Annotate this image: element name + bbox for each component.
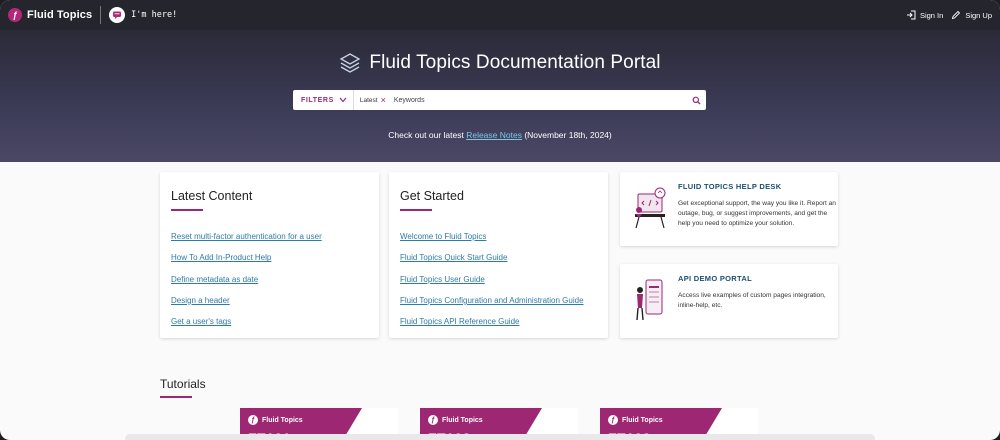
sign-up-link[interactable]: Sign Up xyxy=(951,10,992,20)
get-started-list: Welcome to Fluid Topics Fluid Topics Qui… xyxy=(400,226,584,332)
fluid-topics-logo-icon: ƒ xyxy=(608,415,618,425)
get-started-card: Get Started Welcome to Fluid Topics Flui… xyxy=(389,172,608,338)
stacked-layers-icon xyxy=(340,53,361,73)
api-demo-title: API DEMO PORTAL xyxy=(678,274,752,283)
latest-link[interactable]: Reset multi-factor authentication for a … xyxy=(171,232,322,241)
title-underline xyxy=(160,396,192,398)
latest-content-list: Reset multi-factor authentication for a … xyxy=(171,226,322,332)
get-started-link[interactable]: Fluid Topics Quick Start Guide xyxy=(400,253,507,262)
filters-label: FILTERS xyxy=(301,96,334,104)
filters-dropdown[interactable]: FILTERS xyxy=(293,90,354,110)
latest-link[interactable]: Get a user's tags xyxy=(171,317,231,326)
filter-chip-label: Latest xyxy=(359,96,378,104)
title-underline xyxy=(400,209,432,211)
api-demo-description: Access live examples of custom pages int… xyxy=(678,292,826,309)
sign-in-icon xyxy=(906,10,916,20)
pencil-icon xyxy=(952,10,961,20)
filter-chip-latest: Latest × xyxy=(359,95,386,105)
latest-link[interactable]: Define metadata as date xyxy=(171,275,258,284)
latest-content-card: Latest Content Reset multi-factor authen… xyxy=(160,172,379,338)
sign-up-label: Sign Up xyxy=(965,10,992,20)
release-notes-banner: Check out our latest Release Notes (Nove… xyxy=(0,130,1000,140)
bottom-scroll-shade xyxy=(125,434,875,440)
release-suffix: (November 18th, 2024) xyxy=(521,130,612,140)
fluid-topics-logo-icon: ƒ xyxy=(428,415,438,425)
list-item: Get a user's tags xyxy=(171,311,322,332)
tutorial-brand: Fluid Topics xyxy=(622,416,663,424)
page: ƒ Fluid Topics I'm here! Sign In Sign Up… xyxy=(0,0,1000,440)
chevron-down-icon xyxy=(339,97,347,103)
list-item: Welcome to Fluid Topics xyxy=(400,226,584,247)
api-demo-card[interactable]: API DEMO PORTAL Access live examples of … xyxy=(620,264,838,338)
fluid-topics-logo-icon: ƒ xyxy=(8,8,22,22)
remove-filter-icon[interactable]: × xyxy=(381,95,386,105)
title-underline xyxy=(171,209,203,211)
divider xyxy=(100,6,102,24)
chat-bubble-icon xyxy=(109,7,126,23)
api-demo-illustration-icon xyxy=(636,279,663,321)
list-item: Design a header xyxy=(171,290,322,311)
release-notes-link[interactable]: Release Notes xyxy=(466,130,522,140)
list-item: Fluid Topics Configuration and Administr… xyxy=(400,290,584,311)
list-item: Fluid Topics API Reference Guide xyxy=(400,311,584,332)
latest-link[interactable]: Design a header xyxy=(171,296,230,305)
search-icon xyxy=(692,96,700,104)
page-title: Fluid Topics Documentation Portal xyxy=(369,52,661,73)
search-input[interactable] xyxy=(393,92,686,108)
list-item: Reset multi-factor authentication for a … xyxy=(171,226,322,247)
sign-in-link[interactable]: Sign In xyxy=(906,10,943,20)
help-desk-title: FLUID TOPICS HELP DESK xyxy=(678,182,782,191)
search-bar: FILTERS Latest × xyxy=(293,90,706,110)
get-started-title: Get Started xyxy=(400,189,464,203)
chat-label: I'm here! xyxy=(131,10,178,20)
get-started-link[interactable]: Fluid Topics Configuration and Administr… xyxy=(400,296,584,305)
chat-assistant-button[interactable]: I'm here! xyxy=(109,7,177,23)
help-desk-description: Get exceptional support, the way you lik… xyxy=(678,200,836,227)
tutorials-heading: Tutorials xyxy=(160,377,206,391)
tutorial-brand: Fluid Topics xyxy=(442,416,483,424)
brand-name: Fluid Topics xyxy=(27,9,93,21)
list-item: Fluid Topics User Guide xyxy=(400,269,584,290)
release-prefix: Check out our latest xyxy=(388,130,467,140)
hero-banner: Fluid Topics Documentation Portal FILTER… xyxy=(0,30,1000,162)
list-item: Define metadata as date xyxy=(171,269,322,290)
top-nav: ƒ Fluid Topics I'm here! Sign In Sign Up xyxy=(0,0,1000,30)
tutorial-brand: Fluid Topics xyxy=(262,416,303,424)
get-started-link[interactable]: Fluid Topics API Reference Guide xyxy=(400,317,519,326)
list-item: Fluid Topics Quick Start Guide xyxy=(400,247,584,268)
search-button[interactable] xyxy=(686,90,706,110)
sign-in-label: Sign In xyxy=(919,10,944,20)
latest-content-title: Latest Content xyxy=(171,189,253,203)
get-started-link[interactable]: Fluid Topics User Guide xyxy=(400,275,485,284)
get-started-link[interactable]: Welcome to Fluid Topics xyxy=(400,232,486,241)
list-item: How To Add In-Product Help xyxy=(171,247,322,268)
help-desk-illustration-icon xyxy=(635,187,666,229)
brand-home-link[interactable]: ƒ Fluid Topics xyxy=(8,8,92,22)
fluid-topics-logo-icon: ƒ xyxy=(248,415,258,425)
latest-link[interactable]: How To Add In-Product Help xyxy=(171,253,271,262)
help-desk-card[interactable]: FLUID TOPICS HELP DESK Get exceptional s… xyxy=(620,172,838,246)
